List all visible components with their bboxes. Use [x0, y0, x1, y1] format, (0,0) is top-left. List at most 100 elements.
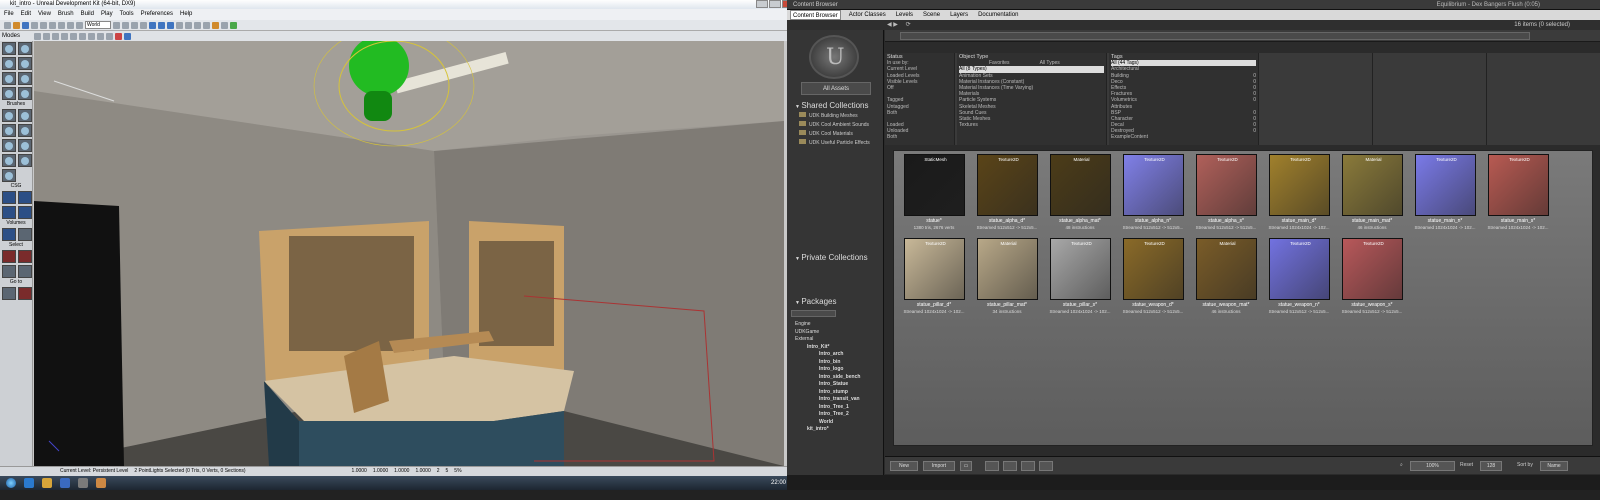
tab-actor-classes[interactable]: Actor Classes	[847, 10, 888, 20]
minimize-button[interactable]	[756, 0, 768, 8]
undo-icon[interactable]	[31, 21, 38, 29]
asset-tile[interactable]: StaticMesh statue* 1380 tris, 2676 verts	[900, 154, 968, 234]
asset-thumbnail[interactable]: Texture2D	[1123, 238, 1184, 300]
asset-tile[interactable]: Texture2D statue_main_n* Streamed 1024x102…	[1411, 154, 1479, 234]
package-item[interactable]: World	[795, 419, 884, 427]
asset-thumbnail[interactable]: Texture2D	[1196, 154, 1257, 216]
menu-file[interactable]: File	[4, 9, 14, 20]
reset-button[interactable]: Reset	[1460, 462, 1473, 468]
back-icon[interactable]: ◀ ▶	[887, 22, 898, 28]
maximize-button[interactable]	[769, 0, 781, 8]
package-item[interactable]: External	[795, 336, 884, 344]
cone-brush-icon[interactable]	[2, 109, 16, 122]
package-item[interactable]: Intro_Statue	[795, 381, 884, 389]
invert-selection-icon[interactable]	[2, 265, 16, 278]
all-types-tab[interactable]: All Types	[1040, 60, 1060, 66]
camera-mode-icon[interactable]	[2, 42, 16, 55]
mesh-paint-icon[interactable]	[2, 72, 16, 85]
asset-tile[interactable]: Material statue_weapon_mat* 46 instruction…	[1192, 238, 1260, 318]
asset-tile[interactable]: Texture2D statue_alpha_d* Streamed 512x512…	[973, 154, 1041, 234]
build-paths-icon[interactable]	[194, 21, 201, 29]
view-list-icon[interactable]	[985, 461, 999, 471]
package-item[interactable]: Intro_arch	[795, 351, 884, 359]
kismet-icon[interactable]	[158, 21, 165, 29]
zoom-value[interactable]: 100%	[1410, 461, 1455, 471]
asset-thumbnail[interactable]: Texture2D	[1123, 154, 1184, 216]
collection-item[interactable]: UDK Building Meshes	[787, 112, 884, 121]
menu-preferences[interactable]: Preferences	[141, 9, 173, 20]
matinee-icon[interactable]	[167, 21, 174, 29]
lit-mode-icon[interactable]	[43, 32, 50, 40]
texture-density-icon[interactable]	[88, 32, 95, 40]
asset-tile[interactable]: Texture2D statue_alpha_n* Streamed 512x512…	[1119, 154, 1187, 234]
package-item[interactable]: Intro_bin	[795, 359, 884, 367]
start-button-icon[interactable]	[6, 478, 16, 488]
tab-layers[interactable]: Layers	[948, 10, 970, 20]
view-split-icon[interactable]	[1003, 461, 1017, 471]
asset-thumbnail[interactable]: Texture2D	[904, 238, 965, 300]
game-view-icon[interactable]	[106, 32, 113, 40]
asset-thumbnail[interactable]: Material	[1050, 154, 1111, 216]
asset-thumbnail[interactable]: Texture2D	[1415, 154, 1476, 216]
asset-tile[interactable]: Texture2D statue_pillar_d* Streamed 1024x1…	[900, 238, 968, 318]
csg-deintersect-icon[interactable]	[18, 206, 32, 219]
status-option[interactable]: Both	[887, 134, 952, 140]
asset-thumbnail[interactable]: Material	[1342, 154, 1403, 216]
coverpoint-icon[interactable]	[18, 87, 32, 100]
package-search-input[interactable]	[791, 310, 836, 317]
linear-stair-icon[interactable]	[2, 139, 16, 152]
packages-heading[interactable]: Packages	[787, 296, 884, 308]
grid-value-4[interactable]: 1.0000	[415, 467, 430, 476]
asset-tile[interactable]: Material statue_alpha_mat* 48 instructions	[1046, 154, 1114, 234]
texture-align-icon[interactable]	[18, 57, 32, 70]
asset-thumbnail[interactable]: Texture2D	[1488, 154, 1549, 216]
package-item[interactable]: Intro_Tree_1	[795, 404, 884, 412]
asset-tile[interactable]: Texture2D statue_main_s* Streamed 1024x102…	[1484, 154, 1552, 234]
csg-subtract-icon[interactable]	[18, 191, 32, 204]
foliage-icon[interactable]	[2, 87, 16, 100]
translate-icon[interactable]	[58, 21, 65, 29]
goto-actor-icon[interactable]	[2, 287, 16, 300]
terrain-mode-icon[interactable]	[2, 57, 16, 70]
paste-icon[interactable]	[140, 21, 147, 29]
light-complexity-icon[interactable]	[79, 32, 86, 40]
package-item[interactable]: Intro_logo	[795, 366, 884, 374]
shared-collections-heading[interactable]: Shared Collections	[787, 100, 884, 112]
content-browser-icon[interactable]	[149, 21, 156, 29]
sort-by-select[interactable]: Name	[1540, 461, 1568, 471]
play-icon[interactable]	[124, 32, 131, 40]
tab-levels[interactable]: Levels	[894, 10, 915, 20]
refresh-icon[interactable]: ⟳	[906, 22, 911, 28]
all-assets-button[interactable]: All Assets	[801, 82, 871, 95]
menu-brush[interactable]: Brush	[58, 9, 74, 20]
menu-help[interactable]: Help	[180, 9, 192, 20]
asset-thumbnail[interactable]: Texture2D	[1269, 238, 1330, 300]
redo-icon[interactable]	[40, 21, 47, 29]
asset-grid[interactable]: StaticMesh statue* 1380 tris, 2676 verts Te…	[893, 150, 1593, 446]
cube-brush-icon[interactable]	[18, 109, 32, 122]
tab-documentation[interactable]: Documentation	[976, 10, 1020, 20]
sheet-brush-icon[interactable]	[18, 139, 32, 152]
import-button[interactable]: Import	[923, 461, 955, 471]
media-icon[interactable]	[60, 478, 70, 488]
drag-grid-value[interactable]: 1.0000	[352, 467, 367, 476]
cut-icon[interactable]	[122, 21, 129, 29]
asset-thumbnail[interactable]: Texture2D	[1050, 238, 1111, 300]
copy-icon[interactable]	[131, 21, 138, 29]
tag-option[interactable]: ExampleContent	[1111, 134, 1256, 140]
explorer-icon[interactable]	[42, 478, 52, 488]
menu-view[interactable]: View	[38, 9, 51, 20]
view-grid-icon[interactable]	[1021, 461, 1035, 471]
tab-scene[interactable]: Scene	[921, 10, 942, 20]
asset-thumbnail[interactable]: Material	[1196, 238, 1257, 300]
collection-item[interactable]: UDK Cool Ambient Sounds	[787, 121, 884, 130]
collection-item[interactable]: UDK Useful Particle Effects	[787, 139, 884, 148]
play-in-editor-icon[interactable]	[212, 21, 219, 29]
package-item[interactable]: Engine	[795, 321, 884, 329]
build-all-icon[interactable]	[203, 21, 210, 29]
asset-thumbnail[interactable]: Texture2D	[1269, 154, 1330, 216]
asset-tile[interactable]: Texture2D statue_weapon_n* Streamed 512x51…	[1265, 238, 1333, 318]
ie-icon[interactable]	[24, 478, 34, 488]
folder-icon[interactable]: ▭	[960, 461, 972, 471]
menu-build[interactable]: Build	[81, 9, 94, 20]
